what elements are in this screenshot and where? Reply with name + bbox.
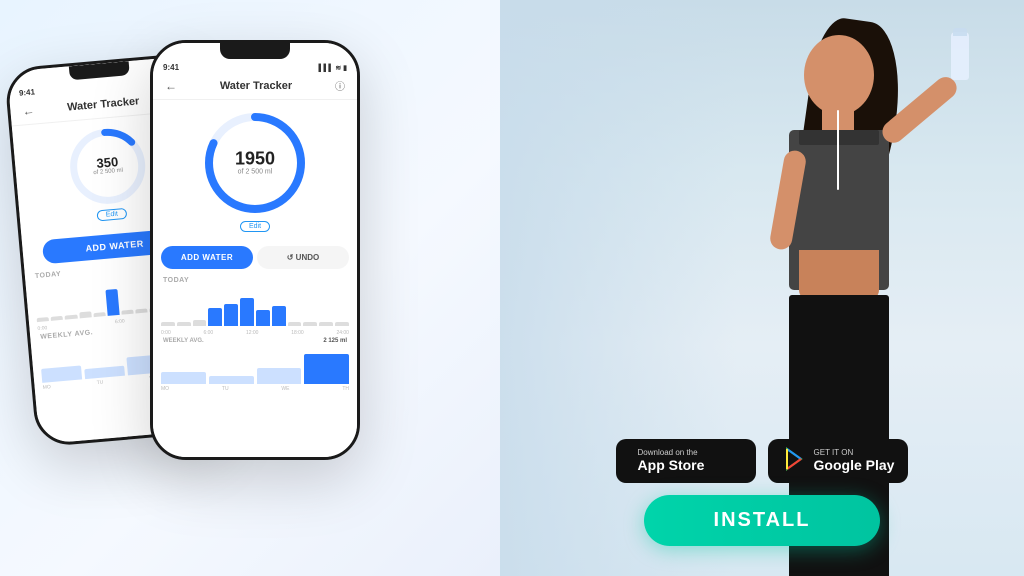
front-bar-label-2: 12:00: [246, 330, 259, 336]
back-edit-btn[interactable]: Edit: [96, 208, 127, 222]
front-weekly-avg-header: WEEKLY AVG. 2 125 ml: [153, 336, 357, 346]
app-store-btn[interactable]: Download on the App Store: [616, 439, 756, 483]
front-back-btn[interactable]: ←: [165, 79, 177, 93]
front-info-icon[interactable]: ⓘ: [335, 78, 345, 93]
front-day-mo: MO: [161, 386, 169, 392]
front-weekly-chart: MO TU WE TH: [153, 346, 357, 392]
front-day-th: TH: [342, 386, 349, 392]
back-back-btn[interactable]: ←: [22, 103, 35, 118]
front-title: Water Tracker: [220, 80, 292, 92]
phone-front: 9:41 ▌▌▌ ≋ ▮ ← Water Tracker ⓘ 1950 of 2…: [150, 40, 360, 460]
front-status-time: 9:41: [163, 63, 179, 72]
google-play-text: GET IT ON Google Play: [814, 448, 895, 474]
back-status-time: 9:41: [19, 87, 36, 97]
front-status-icons: ▌▌▌ ≋ ▮: [319, 64, 348, 72]
front-undo-btn[interactable]: ↺ UNDO: [257, 246, 349, 269]
front-day-we: WE: [281, 386, 289, 392]
front-bar-label-1: 6:00: [203, 330, 213, 336]
google-play-icon: [782, 447, 806, 475]
app-store-main-text: App Store: [638, 457, 705, 474]
front-bar-chart: 0:00 6:00 12:00 18:00 24:00: [153, 288, 357, 336]
front-bar-label-3: 18:00: [291, 330, 304, 336]
front-bar-label-0: 0:00: [161, 330, 171, 336]
back-bar-label-0: 0:00: [37, 325, 47, 332]
right-panel: Download on the App Store GET IT ON Goo: [500, 0, 1024, 576]
front-day-tu: TU: [222, 386, 229, 392]
google-play-top-text: GET IT ON: [814, 448, 895, 458]
back-bar-label-1: 6:00: [115, 318, 125, 325]
app-store-top-text: Download on the: [638, 448, 705, 458]
install-btn[interactable]: INSTALL: [644, 495, 881, 546]
store-buttons: Download on the App Store GET IT ON Goo: [616, 439, 909, 483]
front-ring-value: 1950: [235, 149, 275, 167]
front-bar-label-4: 24:00: [336, 330, 349, 336]
front-action-row: ADD WATER ↺ UNDO: [153, 246, 357, 269]
google-play-main-text: Google Play: [814, 457, 895, 474]
left-panel: 9:41 ▌▌▌ ≋ ▮ ← Water Tracker ⓘ 350 of 2 …: [0, 0, 500, 576]
back-day-mo: MO: [42, 384, 51, 391]
front-ring-chart: 1950 of 2 500 ml: [200, 108, 310, 218]
front-today-label: TODAY: [153, 275, 357, 288]
front-weekly-avg-value: 2 125 ml: [323, 338, 347, 344]
app-store-text: Download on the App Store: [638, 448, 705, 474]
front-edit-btn[interactable]: Edit: [240, 221, 270, 232]
back-day-tu: TU: [97, 380, 104, 387]
back-title: Water Tracker: [67, 95, 140, 113]
back-ring-chart: 350 of 2 500 ml: [64, 123, 151, 210]
front-weekly-label: WEEKLY AVG.: [163, 338, 204, 344]
front-ring-sub: of 2 500 ml: [235, 167, 275, 176]
google-play-btn[interactable]: GET IT ON Google Play: [768, 439, 909, 483]
front-add-water-btn[interactable]: ADD WATER: [161, 246, 253, 269]
cta-overlay: Download on the App Store GET IT ON Goo: [500, 439, 1024, 546]
